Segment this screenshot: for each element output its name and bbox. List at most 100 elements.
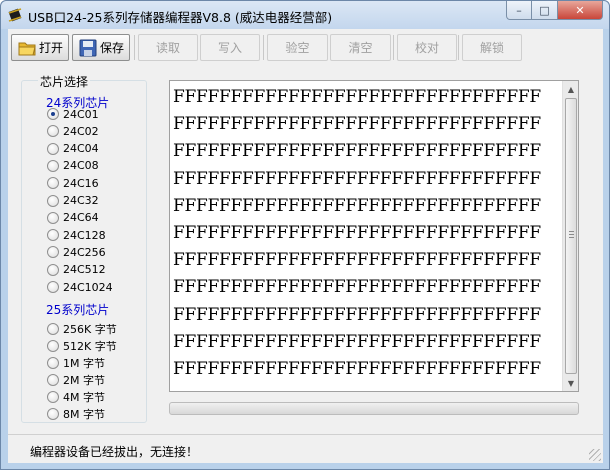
radio-option-label: 1M 字节 <box>63 357 105 370</box>
radio-option-label: 4M 字节 <box>63 391 105 404</box>
erase-button[interactable]: 清空 <box>330 34 391 61</box>
radio-button-icon[interactable] <box>47 142 59 155</box>
chip-radio-option[interactable]: 256K 字节 <box>47 321 117 337</box>
toolbar-separator <box>458 35 459 60</box>
scrollbar-grip-icon <box>569 231 574 238</box>
status-bar: 编程器设备已经拔出，无连接！ <box>8 434 603 463</box>
client-area: 打开 保存 读取 写入 验空 清空 校对 解锁 芯片选择 24系列芯片 24C0… <box>8 29 603 463</box>
radio-button-icon[interactable] <box>47 194 59 207</box>
toolbar-separator <box>134 35 135 60</box>
hex-line: FFFFFFFFFFFFFFFFFFFFFFFFFFFFFFFF <box>173 141 541 162</box>
chip-radio-option[interactable]: 24C64 <box>47 210 99 226</box>
radio-option-label: 24C128 <box>63 228 106 242</box>
maximize-icon: □ <box>539 3 550 17</box>
radio-option-label: 24C08 <box>63 159 99 173</box>
hex-line: FFFFFFFFFFFFFFFFFFFFFFFFFFFFFFFF <box>173 114 541 135</box>
radio-button-icon[interactable] <box>47 125 59 138</box>
hex-line: FFFFFFFFFFFFFFFFFFFFFFFFFFFFFFFF <box>173 195 541 216</box>
chip-radio-option[interactable]: 24C02 <box>47 123 99 139</box>
chip-radio-option[interactable]: 24C1024 <box>47 279 113 295</box>
radio-button-icon[interactable] <box>47 340 59 352</box>
check-button[interactable]: 校对 <box>397 34 457 61</box>
radio-button-icon[interactable] <box>47 229 59 242</box>
radio-option-label: 2M 字节 <box>63 374 105 387</box>
write-button[interactable]: 写入 <box>200 34 260 61</box>
hex-line: FFFFFFFFFFFFFFFFFFFFFFFFFFFFFFFF <box>173 331 541 352</box>
radio-button-icon[interactable] <box>47 391 59 403</box>
toolbar: 打开 保存 读取 写入 验空 清空 校对 解锁 <box>8 29 603 63</box>
hex-line: FFFFFFFFFFFFFFFFFFFFFFFFFFFFFFFF <box>173 250 541 271</box>
hex-line: FFFFFFFFFFFFFFFFFFFFFFFFFFFFFFFF <box>173 304 541 325</box>
hex-line: FFFFFFFFFFFFFFFFFFFFFFFFFFFFFFFF <box>173 223 541 243</box>
chip-radio-option[interactable]: 512K 字节 <box>47 338 117 354</box>
resize-grip-icon[interactable] <box>589 449 601 461</box>
toolbar-separator <box>393 35 394 60</box>
radio-option-label: 24C04 <box>63 142 99 156</box>
radio-button-icon[interactable] <box>47 246 59 259</box>
verify-blank-button[interactable]: 验空 <box>267 34 328 61</box>
chip-radio-option[interactable]: 1M 字节 <box>47 355 105 371</box>
radio-option-label: 24C01 <box>63 107 99 121</box>
radio-option-label: 8M 字节 <box>63 408 105 421</box>
radio-button-icon[interactable] <box>47 263 59 276</box>
scroll-down-arrow-icon[interactable]: ▼ <box>563 375 579 391</box>
status-message: 编程器设备已经拔出，无连接！ <box>30 445 199 459</box>
radio-option-label: 24C512 <box>63 263 106 277</box>
radio-button-icon[interactable] <box>47 357 59 369</box>
radio-button-icon[interactable] <box>47 108 59 120</box>
chip-radio-option[interactable]: 24C128 <box>47 227 106 243</box>
unlock-button[interactable]: 解锁 <box>462 34 522 61</box>
radio-button-icon[interactable] <box>47 177 59 190</box>
chip-radio-option[interactable]: 2M 字节 <box>47 372 105 388</box>
radio-option-label: 256K 字节 <box>63 323 117 336</box>
hex-data-view[interactable]: FFFFFFFFFFFFFFFFFFFFFFFFFFFFFFFF FFFFFFFF… <box>169 80 579 392</box>
radio-option-label: 24C16 <box>63 176 99 190</box>
chip-radio-option[interactable]: 24C01 <box>47 106 99 122</box>
radio-button-icon[interactable] <box>47 323 59 335</box>
minimize-button[interactable]: – <box>506 1 532 20</box>
title-bar[interactable]: USB口24-25系列存储器编程器V8.8 (威达电器经营部) – □ ✕ <box>1 1 609 29</box>
radio-button-icon[interactable] <box>47 211 59 224</box>
hex-line: FFFFFFFFFFFFFFFFFFFFFFFFFFFFFFFF <box>173 87 541 107</box>
close-button[interactable]: ✕ <box>558 1 603 20</box>
maximize-button[interactable]: □ <box>532 1 558 20</box>
chip-radio-option[interactable]: 24C512 <box>47 262 106 278</box>
scrollbar-thumb[interactable] <box>565 98 577 374</box>
radio-option-label: 24C32 <box>63 194 99 207</box>
app-window: USB口24-25系列存储器编程器V8.8 (威达电器经营部) – □ ✕ 打开 <box>0 0 610 470</box>
minimize-icon: – <box>516 3 522 17</box>
radio-option-label: 24C256 <box>63 245 106 259</box>
window-title: USB口24-25系列存储器编程器V8.8 (威达电器经营部) <box>28 10 333 25</box>
chip-radio-option[interactable]: 8M 字节 <box>47 406 105 422</box>
chip-radio-option[interactable]: 24C04 <box>47 141 99 157</box>
open-button[interactable]: 打开 <box>11 34 69 61</box>
radio-button-icon[interactable] <box>47 159 59 172</box>
toolbar-separator <box>263 35 264 60</box>
open-button-label: 打开 <box>38 41 63 55</box>
chip-select-legend: 芯片选择 <box>38 73 91 90</box>
read-button[interactable]: 读取 <box>138 34 198 61</box>
chip-radio-option[interactable]: 24C32 <box>47 193 99 209</box>
radio-button-icon[interactable] <box>47 281 59 293</box>
radio-button-icon[interactable] <box>47 374 59 386</box>
radio-option-label: 512K 字节 <box>63 340 117 353</box>
floppy-disk-icon <box>79 39 97 56</box>
chip-app-icon <box>8 8 22 22</box>
chip-radio-option[interactable]: 24C16 <box>47 175 99 191</box>
save-button[interactable]: 保存 <box>72 34 130 61</box>
chip-radio-option[interactable]: 24C08 <box>47 158 99 174</box>
scroll-up-arrow-icon[interactable]: ▲ <box>563 81 579 97</box>
hex-line: FFFFFFFFFFFFFFFFFFFFFFFFFFFFFFFF <box>173 359 541 379</box>
close-icon: ✕ <box>575 3 585 17</box>
progress-bar <box>169 402 579 415</box>
save-button-label: 保存 <box>99 41 124 55</box>
chip-radio-option[interactable]: 24C256 <box>47 244 106 260</box>
chip-radio-option[interactable]: 4M 字节 <box>47 389 105 405</box>
radio-button-icon[interactable] <box>47 408 59 420</box>
radio-option-label: 24C1024 <box>63 280 113 294</box>
folder-icon <box>18 42 36 55</box>
vertical-scrollbar[interactable]: ▲ ▼ <box>562 81 578 391</box>
radio-option-label: 24C64 <box>63 211 99 225</box>
hex-line: FFFFFFFFFFFFFFFFFFFFFFFFFFFFFFFF <box>173 277 541 298</box>
hex-line: FFFFFFFFFFFFFFFFFFFFFFFFFFFFFFFF <box>173 168 541 189</box>
